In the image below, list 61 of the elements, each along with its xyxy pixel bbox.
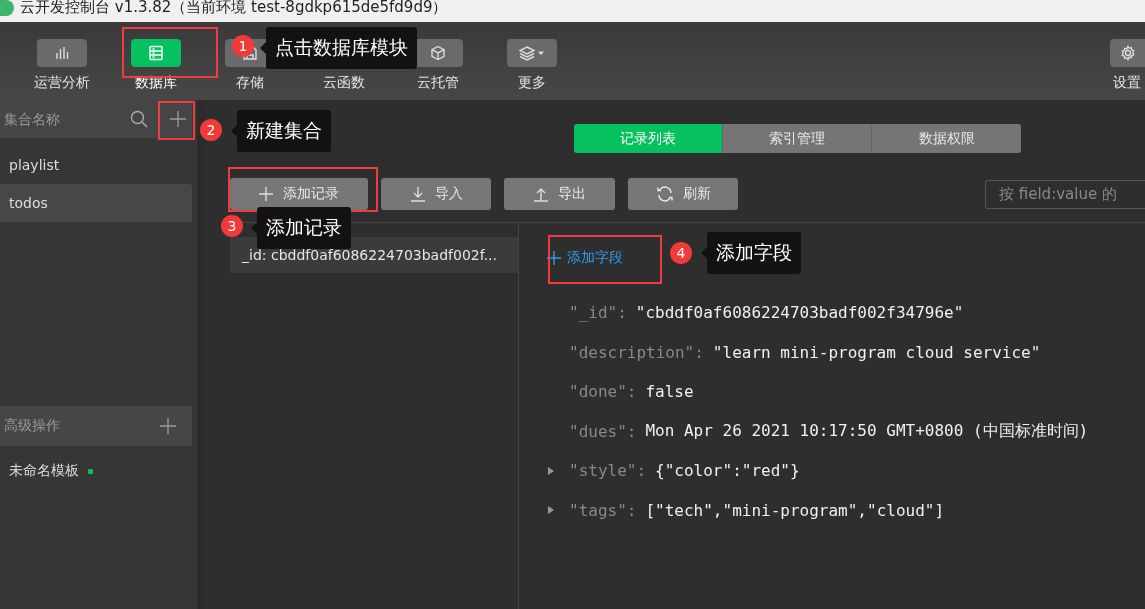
callout-tooltip: 添加记录 <box>257 207 351 249</box>
highlight-frame <box>158 101 195 140</box>
expand-triangle-icon[interactable] <box>547 505 555 516</box>
callout-tooltip: 新建集合 <box>237 110 331 152</box>
field-key: "_id": <box>569 303 627 323</box>
expand-triangle-icon[interactable] <box>547 465 555 476</box>
tab[interactable]: 记录列表 <box>574 124 723 153</box>
action-button[interactable]: 添加记录 <box>230 178 368 210</box>
database-icon <box>148 45 164 61</box>
tab[interactable]: 索引管理 <box>723 124 872 153</box>
field-value: "cbddf0af6086224703badf002f34796e" <box>635 303 964 323</box>
plus-icon <box>547 251 561 265</box>
refresh-icon <box>655 185 674 203</box>
toolbar-label: 云函数 <box>323 74 365 92</box>
upload-icon <box>533 186 550 202</box>
plus-icon <box>170 111 186 127</box>
toolbar-label: 云托管 <box>417 74 459 92</box>
download-icon <box>409 186 426 202</box>
callout-pointer-tooltip <box>251 222 257 234</box>
layers-icon <box>519 45 545 61</box>
toolbar-label: 设置 <box>1113 74 1141 92</box>
collection-item[interactable]: todos <box>0 184 192 222</box>
callout-pointer-tooltip <box>701 247 707 259</box>
field-value: false <box>645 382 694 402</box>
field-key: "description": <box>569 342 704 362</box>
cube-icon <box>430 45 446 61</box>
callout-pointer-tooltip <box>231 125 237 137</box>
toolbar-label: 存储 <box>236 74 264 92</box>
field-value: Mon Apr 26 2021 10:17:50 GMT+0800 (中国标准时间) <box>645 420 1089 442</box>
field-value: "learn mini-program cloud service" <box>712 342 1041 362</box>
field-key: "dues": <box>569 421 637 441</box>
section-title: 高级操作 <box>4 417 60 435</box>
settings-button[interactable] <box>1110 39 1145 67</box>
callout-tooltip: 点击数据库模块 <box>266 27 417 69</box>
template-item[interactable]: 未命名模板 <box>9 462 79 480</box>
add-template-button[interactable] <box>160 418 176 434</box>
callout-tooltip: 添加字段 <box>707 232 801 274</box>
plus-icon <box>258 186 275 202</box>
settings-icon <box>1119 45 1136 61</box>
field-key: "style": <box>569 461 647 481</box>
add-field-link[interactable]: 添加字段 <box>547 243 623 273</box>
callout-pointer-tooltip <box>260 42 266 54</box>
app-logo-icon <box>0 0 14 16</box>
add-collection-button[interactable] <box>148 100 192 138</box>
tab[interactable]: 数据权限 <box>872 124 1021 153</box>
search-icon <box>130 110 148 128</box>
action-button[interactable]: 导出 <box>504 178 616 210</box>
field-key: "done": <box>569 382 637 402</box>
collection-search-field[interactable]: 集合名称 <box>0 100 148 138</box>
field-value: ["tech","mini-program","cloud"] <box>645 500 945 520</box>
search-field[interactable]: 按 field:value 的 <box>985 179 1145 209</box>
action-button[interactable]: 刷新 <box>628 178 738 210</box>
search-input[interactable]: 集合名称 <box>4 111 122 127</box>
field-key: "tags": <box>569 500 637 520</box>
toolbar-label: 更多 <box>518 74 546 92</box>
action-button[interactable]: 导入 <box>380 178 492 210</box>
bar-chart-icon <box>54 45 70 61</box>
toolbar-label: 运营分析 <box>34 74 90 92</box>
collection-item[interactable]: playlist <box>0 146 192 184</box>
field-value: {"color":"red"} <box>655 461 800 481</box>
plus-icon <box>160 418 176 434</box>
